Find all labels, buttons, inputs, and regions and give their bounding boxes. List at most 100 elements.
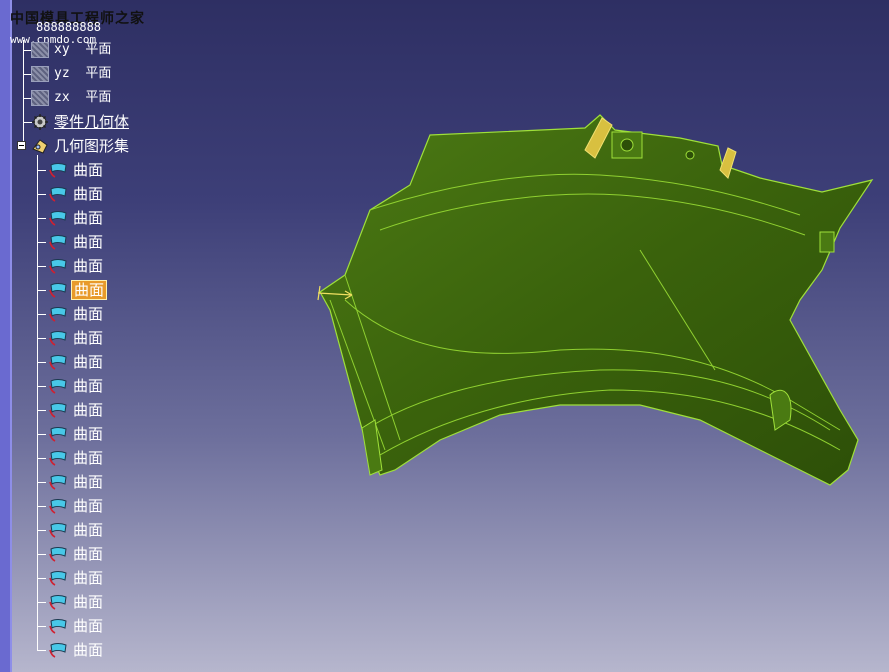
surface-icon: [49, 571, 67, 586]
tree-item-surface[interactable]: 曲面: [46, 640, 105, 660]
clip: [819, 231, 835, 253]
surface-label: 曲面: [73, 497, 104, 515]
surface-icon: [49, 379, 67, 394]
surface-label: 曲面: [73, 305, 104, 323]
tree-item-surface[interactable]: 曲面: [46, 208, 105, 228]
surface-label: 曲面: [73, 185, 104, 203]
surface-label: 曲面: [73, 233, 104, 251]
part-body-label: 零件几何体: [54, 113, 130, 131]
surface-icon: [49, 619, 67, 634]
tree-item-surface[interactable]: 曲面: [46, 328, 105, 348]
tree-connector: [37, 218, 46, 219]
plane-icon: [31, 42, 49, 58]
surface-icon: [49, 643, 67, 658]
tree-connector: [37, 482, 46, 483]
surface-icon: [49, 283, 67, 298]
tree-item-surface[interactable]: 曲面: [46, 424, 105, 444]
tree-item-surface[interactable]: 曲面: [46, 400, 105, 420]
surface-icon: [49, 163, 67, 178]
tree-connector: [37, 626, 46, 627]
tree-item-surface[interactable]: 曲面: [46, 184, 105, 204]
tree-connector: [37, 410, 46, 411]
tree-connector: [37, 170, 46, 171]
tree-item-zx-plane[interactable]: zx 平面: [31, 88, 113, 108]
tree-item-geometric-set[interactable]: 几何图形集: [31, 136, 131, 156]
surface-label: 曲面: [73, 329, 104, 347]
tree-connector: [37, 314, 46, 315]
surface-icon: [49, 187, 67, 202]
tree-item-surface[interactable]: 曲面: [46, 280, 108, 300]
tree-connector: [37, 290, 46, 291]
surface-label: 曲面: [73, 257, 104, 275]
surface-label: 曲面: [73, 593, 104, 611]
tree-item-surface[interactable]: 曲面: [46, 472, 105, 492]
tree-item-part-body[interactable]: 零件几何体: [31, 112, 131, 132]
hole: [620, 138, 634, 152]
surface-label: 曲面: [73, 545, 104, 563]
tree-connector: [37, 434, 46, 435]
tree-connector: [37, 530, 46, 531]
surface-label: 曲面: [73, 425, 104, 443]
hole: [685, 150, 695, 160]
tree-item-xy-plane[interactable]: xy 平面: [31, 40, 113, 60]
tree-connector: [37, 194, 46, 195]
surface-label: 曲面: [73, 377, 104, 395]
surface-icon: [49, 235, 67, 250]
tree-connector: [37, 650, 46, 651]
surface-icon: [49, 475, 67, 490]
surface-icon: [49, 595, 67, 610]
surface-label: 曲面: [73, 353, 104, 371]
surface-label: 曲面: [73, 617, 104, 635]
tree-item-surface[interactable]: 曲面: [46, 520, 105, 540]
tree-item-surface[interactable]: 曲面: [46, 592, 105, 612]
surface-icon: [49, 307, 67, 322]
geometric-set-label: 几何图形集: [54, 137, 130, 155]
surface-icon: [49, 547, 67, 562]
plane-label: yz 平面: [54, 66, 112, 81]
surface-label: 曲面: [73, 473, 104, 491]
tree-connector: [37, 266, 46, 267]
tree-connector: [37, 338, 46, 339]
geometric-set-icon: [32, 139, 48, 154]
tree-item-surface[interactable]: 曲面: [46, 304, 105, 324]
tree-item-surface[interactable]: 曲面: [46, 232, 105, 252]
tree-connector: [37, 242, 46, 243]
tree-connector: [37, 506, 46, 507]
plane-label: xy 平面: [54, 42, 112, 57]
tree-item-surface[interactable]: 曲面: [46, 256, 105, 276]
tree-connector: [37, 386, 46, 387]
plane-icon: [31, 66, 49, 82]
surface-icon: [49, 499, 67, 514]
surface-label: 曲面: [73, 161, 104, 179]
tree-item-surface[interactable]: 曲面: [46, 160, 105, 180]
surface-icon: [49, 211, 67, 226]
gear-icon: [32, 114, 48, 130]
surface-label: 曲面: [73, 401, 104, 419]
tree-connector: [37, 362, 46, 363]
tree-connector: [37, 554, 46, 555]
surface-icon: [49, 403, 67, 418]
tree-item-surface[interactable]: 曲面: [46, 616, 105, 636]
tree-item-surface[interactable]: 曲面: [46, 496, 105, 516]
tree-item-surface[interactable]: 曲面: [46, 544, 105, 564]
specification-tree[interactable]: xy 平面 yz 平面 zx 平面 零件几何体 几何图形集 曲面 曲面 曲面 曲面 曲面…: [0, 0, 160, 672]
tree-item-yz-plane[interactable]: yz 平面: [31, 64, 113, 84]
tree-connector: [37, 602, 46, 603]
tree-item-surface[interactable]: 曲面: [46, 352, 105, 372]
collapse-toggle[interactable]: [17, 141, 26, 150]
surface-label-selected: 曲面: [71, 280, 108, 300]
surface-label: 曲面: [73, 209, 104, 227]
surface-label: 曲面: [73, 449, 104, 467]
tree-item-surface[interactable]: 曲面: [46, 448, 105, 468]
surface-label: 曲面: [73, 569, 104, 587]
surface-icon: [49, 259, 67, 274]
surface-icon: [49, 427, 67, 442]
part-shell[interactable]: [319, 114, 874, 486]
tree-connector: [37, 155, 38, 650]
tree-item-surface[interactable]: 曲面: [46, 568, 105, 588]
surface-icon: [49, 355, 67, 370]
tree-connector: [23, 40, 24, 146]
tree-item-surface[interactable]: 曲面: [46, 376, 105, 396]
tree-connector: [37, 458, 46, 459]
surface-icon: [49, 523, 67, 538]
